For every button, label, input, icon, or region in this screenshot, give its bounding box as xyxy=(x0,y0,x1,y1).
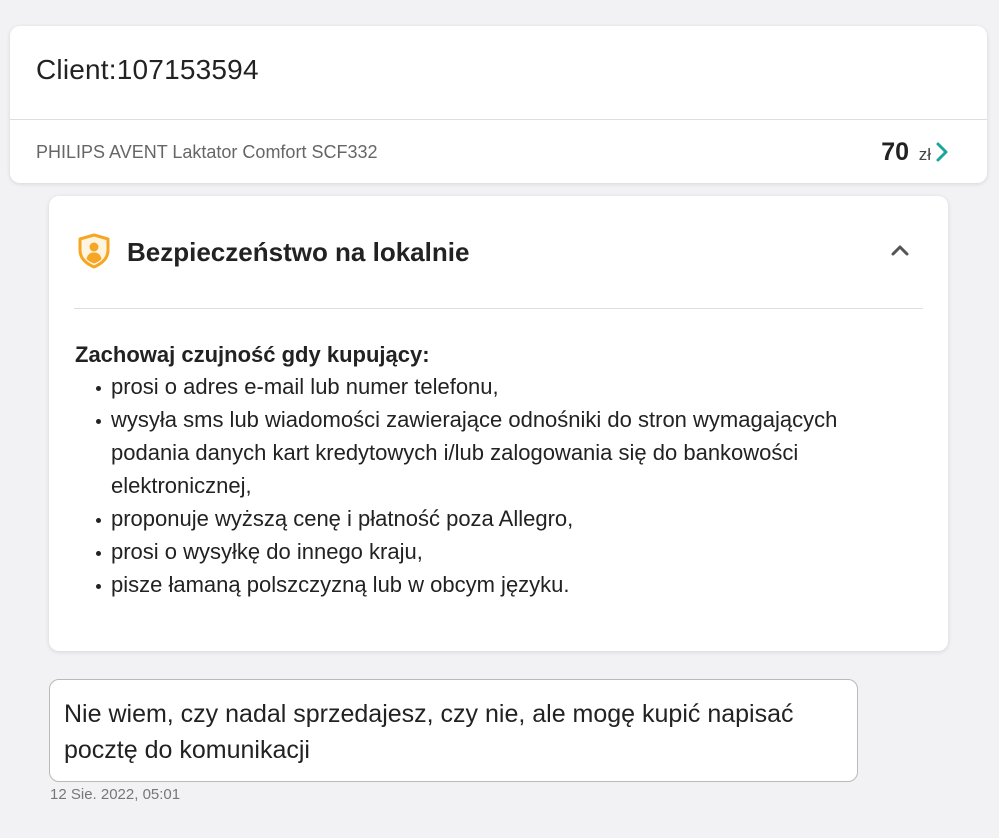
safety-warning-item: proponuje wyższą cenę i płatność poza Al… xyxy=(75,502,915,535)
safety-warning-item: pisze łamaną polszczyzną lub w obcym jęz… xyxy=(75,568,915,601)
chevron-right-icon[interactable] xyxy=(927,137,957,167)
client-title: Client:107153594 xyxy=(36,54,259,85)
safety-warning-item: prosi o wysyłkę do innego kraju, xyxy=(75,535,915,568)
message-timestamp: 12 Sie. 2022, 05:01 xyxy=(50,786,181,803)
incoming-message-bubble: Nie wiem, czy nadal sprzedajesz, czy nie… xyxy=(49,679,858,782)
chevron-up-icon[interactable] xyxy=(888,239,912,263)
product-link[interactable]: PHILIPS AVENT Laktator Comfort SCF332 70… xyxy=(10,120,987,183)
product-name: PHILIPS AVENT Laktator Comfort SCF332 xyxy=(36,142,378,162)
conversation-header: Client:107153594 PHILIPS AVENT Laktator … xyxy=(10,26,987,183)
safety-panel-toggle[interactable]: Bezpieczeństwo na lokalnie xyxy=(49,196,948,308)
safety-intro: Zachowaj czujność gdy kupujący: xyxy=(75,342,430,367)
safety-divider xyxy=(74,308,923,309)
safety-warning-item: prosi o adres e-mail lub numer telefonu, xyxy=(75,370,915,403)
product-price: 70 xyxy=(881,138,909,166)
safety-info-panel: Bezpieczeństwo na lokalnie Zachowaj czuj… xyxy=(49,196,948,651)
message-text: Nie wiem, czy nadal sprzedajesz, czy nie… xyxy=(64,700,794,764)
safety-panel-body: Zachowaj czujność gdy kupujący: prosi o … xyxy=(75,340,915,601)
shield-person-icon xyxy=(77,233,111,269)
safety-warning-list: prosi o adres e-mail lub numer telefonu,… xyxy=(75,370,915,601)
safety-warning-item: wysyła sms lub wiadomości zawierające od… xyxy=(75,403,915,502)
safety-panel-title: Bezpieczeństwo na lokalnie xyxy=(127,237,470,267)
